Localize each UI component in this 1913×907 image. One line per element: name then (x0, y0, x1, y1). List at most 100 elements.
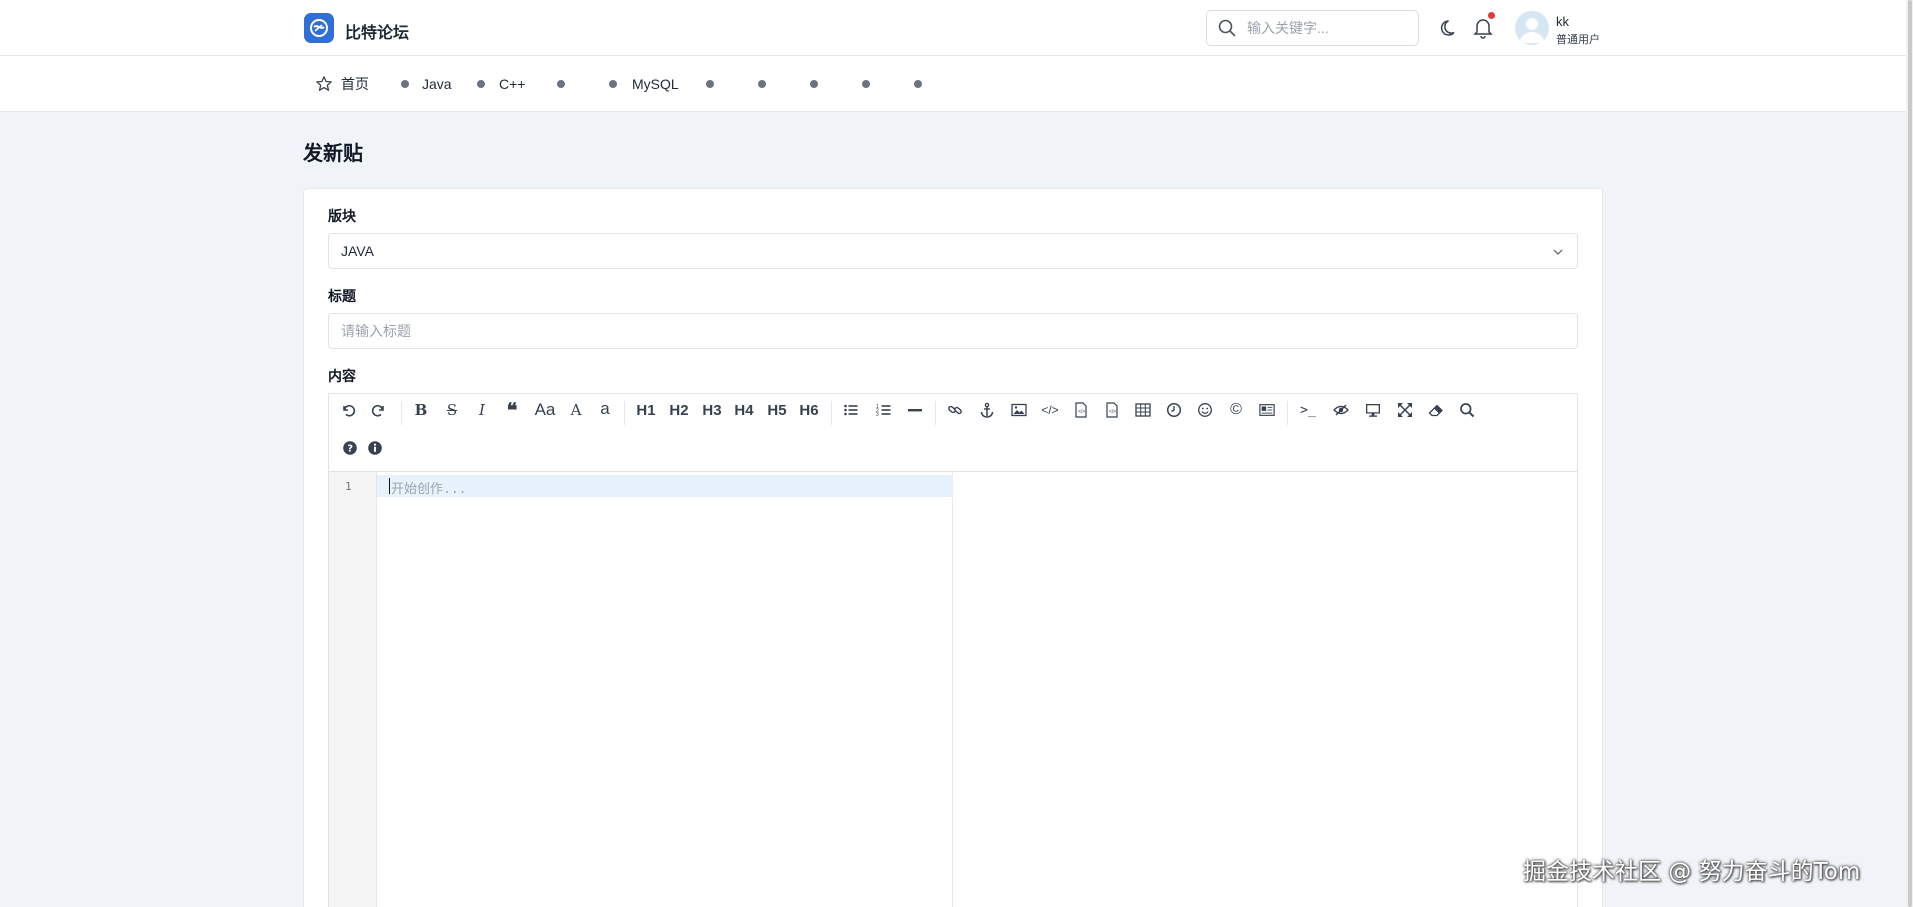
watermark-text: 掘金技术社区 @ 努力奋斗的Tom (1523, 859, 1861, 885)
heading-2-button[interactable]: H2 (667, 399, 691, 421)
fullscreen-icon[interactable] (1395, 399, 1415, 421)
editor-toolbar: B S I ❝ Aa A a H1 H2 H3 H4 H5 H6 123 </>… (329, 394, 1577, 472)
toolbar-divider (831, 401, 832, 425)
editor-placeholder: 开始创作... (391, 482, 467, 497)
heading-3-button[interactable]: H3 (700, 399, 724, 421)
nav-item-8[interactable] (862, 56, 870, 112)
ordered-list-icon[interactable]: 123 (874, 399, 894, 421)
text-cursor (389, 478, 390, 494)
board-label: 版块 (328, 208, 356, 224)
dot-icon (862, 80, 870, 88)
nav-item-label: MySQL (632, 76, 679, 92)
nav-item-5[interactable] (706, 56, 714, 112)
top-header: 比特论坛 kk 普通用户 (0, 0, 1906, 56)
dot-icon (706, 80, 714, 88)
board-select[interactable]: JAVA (328, 233, 1578, 269)
nav-item-mysql[interactable]: MySQL (609, 56, 679, 112)
search-box[interactable] (1206, 10, 1419, 46)
code-icon[interactable]: </> (1040, 399, 1060, 421)
toolbar-divider (401, 401, 402, 425)
search-icon (1218, 19, 1236, 37)
nav-item-7[interactable] (810, 56, 818, 112)
toolbar-divider (624, 401, 625, 425)
emoji-icon[interactable] (1195, 399, 1215, 421)
nav-item-home[interactable]: 首页 (315, 56, 369, 112)
nav-item-label: C++ (499, 76, 526, 92)
nav-item-3[interactable] (557, 56, 565, 112)
markdown-editor: B S I ❝ Aa A a H1 H2 H3 H4 H5 H6 123 </>… (328, 393, 1578, 907)
italic-icon[interactable]: I (472, 399, 492, 421)
dot-icon (758, 80, 766, 88)
nav-item-6[interactable] (758, 56, 766, 112)
goto-line-icon[interactable]: >_ (1297, 399, 1319, 421)
pagebreak-icon[interactable] (1256, 399, 1278, 421)
search-icon[interactable] (1457, 399, 1477, 421)
toolbar-divider (935, 401, 936, 425)
nav-item-label: Java (422, 76, 452, 92)
site-name[interactable]: 比特论坛 (345, 19, 409, 43)
help-icon[interactable]: ? (341, 437, 359, 459)
bold-icon[interactable]: B (411, 399, 431, 421)
title-label: 标题 (328, 288, 356, 304)
user-role: 普通用户 (1556, 34, 1600, 46)
svg-text:3: 3 (876, 412, 879, 418)
nav-item-cpp[interactable]: C++ (477, 56, 525, 112)
watch-toggle-icon[interactable] (1331, 399, 1351, 421)
board-select-value: JAVA (341, 243, 374, 259)
notification-bell-icon[interactable] (1473, 17, 1493, 39)
strikethrough-icon[interactable]: S (442, 399, 462, 421)
dot-icon (609, 80, 617, 88)
markdown-preview (953, 472, 1577, 907)
svg-text:?: ? (347, 444, 353, 455)
html-entities-icon[interactable]: © (1226, 399, 1246, 421)
category-nav: 首页 Java C++ MySQL (0, 56, 1906, 112)
nav-item-9[interactable] (914, 56, 922, 112)
new-post-form: 版块 JAVA 标题 内容 B S I ❝ Aa A a H1 H2 H3 H4… (303, 188, 1603, 907)
lowercase-icon[interactable]: a (597, 398, 613, 420)
nav-item-java[interactable]: Java (401, 56, 452, 112)
user-name[interactable]: kk (1556, 14, 1569, 29)
chevron-down-icon (1553, 249, 1563, 255)
code-block-icon[interactable]: </> (1071, 399, 1091, 421)
title-input[interactable] (328, 313, 1578, 349)
preview-icon[interactable] (1363, 399, 1383, 421)
search-input[interactable] (1247, 20, 1407, 36)
notification-badge (1488, 12, 1495, 19)
link-icon[interactable] (945, 399, 965, 421)
undo-icon[interactable] (339, 399, 357, 421)
info-icon[interactable] (366, 437, 384, 459)
toolbar-divider (1287, 401, 1288, 425)
redo-icon[interactable] (370, 399, 388, 421)
eraser-icon[interactable] (1426, 399, 1446, 421)
quote-icon[interactable]: ❝ (502, 398, 522, 422)
image-icon[interactable] (1009, 399, 1029, 421)
uppercase-words-icon[interactable]: Aa (532, 399, 558, 421)
heading-4-button[interactable]: H4 (732, 399, 756, 421)
heading-1-button[interactable]: H1 (634, 399, 658, 421)
horizontal-rule-icon[interactable] (905, 399, 925, 421)
markdown-input[interactable]: 开始创作... (377, 472, 953, 907)
dot-icon (810, 80, 818, 88)
avatar[interactable] (1515, 11, 1549, 45)
anchor-icon[interactable] (977, 399, 997, 421)
line-number: 1 (345, 480, 352, 493)
preformatted-text-icon[interactable]: </> (1102, 399, 1122, 421)
heading-5-button[interactable]: H5 (765, 399, 789, 421)
dot-icon (477, 80, 485, 88)
line-number-gutter: 1 (329, 472, 377, 907)
heading-6-button[interactable]: H6 (797, 399, 821, 421)
nav-home-label: 首页 (341, 76, 369, 92)
star-icon (316, 76, 332, 91)
datetime-icon[interactable] (1164, 399, 1184, 421)
site-logo-icon[interactable] (304, 13, 334, 43)
dark-mode-icon[interactable] (1440, 18, 1460, 38)
unordered-list-icon[interactable] (841, 399, 861, 421)
svg-text:</>: </> (1109, 409, 1116, 415)
page-scrollbar-thumb[interactable] (1908, 0, 1912, 907)
svg-text:</>: </> (1078, 409, 1085, 415)
content-label: 内容 (328, 368, 356, 384)
page-title: 发新贴 (303, 143, 363, 165)
uppercase-icon[interactable]: A (567, 399, 585, 421)
dot-icon (557, 80, 565, 88)
table-icon[interactable] (1133, 399, 1153, 421)
